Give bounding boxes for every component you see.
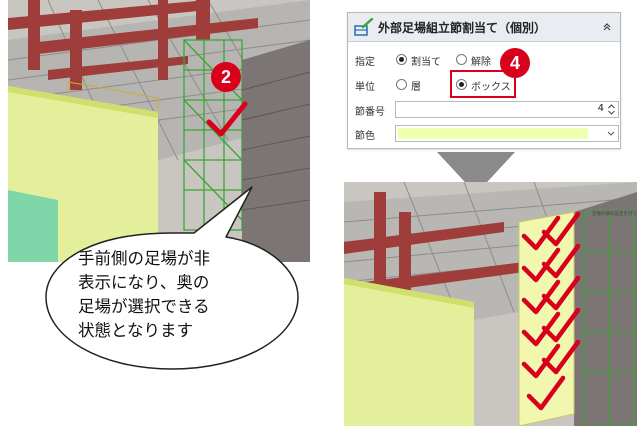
layer-radio-label[interactable]: 層: [411, 78, 421, 93]
section-assign-panel: 外部足場組立節割当て（個別） 指定 割当て 解除 単位 層 ボックス 節番号 4…: [347, 12, 621, 149]
layer-radio[interactable]: [396, 79, 407, 90]
section-color-label: 節色: [355, 131, 375, 142]
box-radio[interactable]: [456, 79, 467, 90]
callout-text: 手前側の足場が非 表示になり、奥の 足場が選択できる 状態となります: [78, 247, 266, 343]
assign-radio-label[interactable]: 割当て: [411, 53, 441, 68]
section-color-dropdown[interactable]: [395, 125, 619, 142]
designation-label: 指定: [355, 57, 375, 68]
section-number-field[interactable]: 4: [395, 101, 619, 118]
section-number-label: 節番号: [355, 107, 385, 118]
unit-label: 単位: [355, 82, 375, 93]
release-radio[interactable]: [456, 54, 467, 65]
callout-line: 表示になり、奥の: [78, 273, 210, 292]
assign-radio[interactable]: [396, 54, 407, 65]
section-color-swatch: [398, 128, 588, 139]
right-model-drawing: [344, 182, 637, 426]
checkmark-icon: [206, 101, 248, 137]
panel-title: 外部足場組立節割当て（個別）: [378, 21, 547, 35]
callout-line: 足場が選択できる: [78, 297, 210, 316]
viewport-small-label: 足場の節の設定を行う: [592, 212, 637, 217]
release-radio-label[interactable]: 解除: [471, 53, 491, 68]
box-radio-label[interactable]: ボックス: [471, 78, 511, 93]
step-2-marker: 2: [211, 62, 241, 92]
callout-line: 状態となります: [78, 321, 194, 340]
step-4-marker: 4: [500, 48, 530, 78]
right-3d-viewport[interactable]: [344, 182, 637, 426]
chevron-down-icon[interactable]: [607, 130, 615, 137]
section-number-value: 4: [597, 103, 604, 114]
panel-header: 外部足場組立節割当て（個別）: [348, 13, 620, 42]
callout-line: 手前側の足場が非: [78, 249, 210, 268]
collapse-chevron-icon[interactable]: [602, 22, 612, 32]
scaffold-section-icon: [354, 18, 374, 36]
spinner-icon[interactable]: [607, 103, 616, 116]
